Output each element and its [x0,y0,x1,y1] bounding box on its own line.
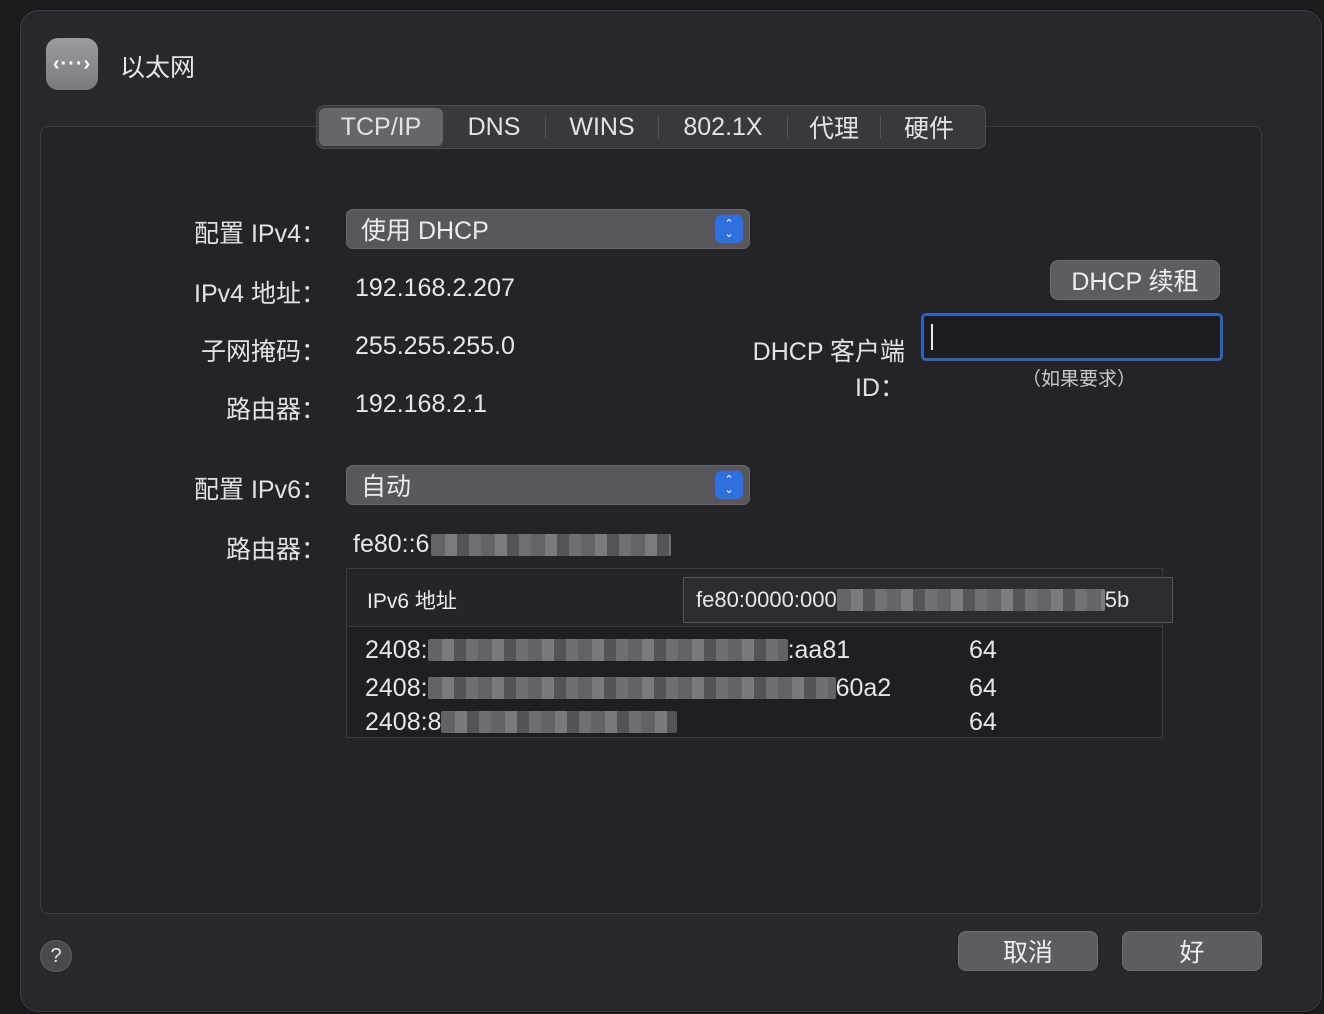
ipv6-router-label: 路由器： [225,536,326,564]
ipv4-router-value: 192.168.2.1 [355,390,488,418]
ipv6-address-end: 60a2 [835,673,892,702]
configure-ipv4-label: 配置 IPv4： [194,220,326,248]
subnet-mask-label: 子网掩码： [200,338,326,366]
tooltip-text-end: 5b [1104,587,1130,612]
tab-hardware[interactable]: 硬件 [881,108,977,146]
ethernet-icon: ‹···› [46,38,98,90]
configure-ipv6-label: 配置 IPv6： [194,476,326,504]
ipv6-address-start: 2408:8 [365,707,442,736]
popup-arrows-icon: ⌃ ⌄ [715,471,743,499]
ipv6-address-end: :aa81 [787,635,851,664]
pixelated-redaction [427,639,788,661]
text-caret [931,324,933,350]
ipv6-address-start: 2408: [365,635,428,664]
ipv4-router-label: 路由器： [225,396,326,424]
pixelated-redaction [431,533,672,556]
cancel-button[interactable]: 取消 [958,931,1098,971]
subnet-mask-value: 255.255.255.0 [355,332,515,360]
table-row[interactable]: 2408: 60a2 64 [365,669,1145,707]
tab-proxy[interactable]: 代理 [788,108,880,146]
prefix-length: 64 [969,673,997,702]
ipv4-address-label: IPv4 地址： [194,280,326,308]
configure-ipv4-value: 使用 DHCP [361,217,489,245]
configure-ipv4-popup[interactable]: 使用 DHCP ⌃ ⌄ [346,209,750,249]
dhcp-client-id-hint: （如果要求） [1022,369,1137,390]
dhcp-client-id-field[interactable] [921,313,1223,361]
configure-ipv6-popup[interactable]: 自动 ⌃ ⌄ [346,465,750,505]
ipv6-address-tooltip: fe80:0000:000 5b [683,577,1173,623]
pixelated-redaction [441,711,678,733]
tab-8021x[interactable]: 802.1X [659,108,787,146]
popup-arrows-icon: ⌃ ⌄ [715,215,743,243]
pixelated-redaction [836,589,1105,611]
ipv6-address-start: 2408: [365,673,428,702]
tab-tcpip[interactable]: TCP/IP [319,108,443,146]
ipv6-router-text: fe80::6 [353,530,430,558]
configure-ipv6-value: 自动 [361,473,412,501]
prefix-length: 64 [969,707,997,736]
ipv6-address-column-header[interactable]: IPv6 地址 [367,585,457,615]
ipv6-router-value: fe80::6 [353,530,672,559]
tooltip-text-start: fe80:0000:000 [696,587,837,612]
table-row[interactable]: 2408:8 64 [365,707,1145,737]
dhcp-renew-button[interactable]: DHCP 续租 [1050,260,1220,300]
tab-dns[interactable]: DNS [443,108,545,146]
ipv4-address-value: 192.168.2.207 [355,274,515,302]
ok-button[interactable]: 好 [1122,931,1262,971]
tab-wins[interactable]: WINS [546,108,658,146]
prefix-length: 64 [969,635,997,664]
table-row[interactable]: 2408: :aa81 64 [365,631,1145,669]
help-button[interactable]: ? [40,940,72,972]
tab-bar: TCP/IP DNS WINS 802.1X 代理 硬件 [316,105,986,149]
dhcp-client-id-label: DHCP 客户端 ID： [752,338,905,402]
sheet-title: 以太网 [120,54,196,82]
pixelated-redaction [427,677,836,699]
